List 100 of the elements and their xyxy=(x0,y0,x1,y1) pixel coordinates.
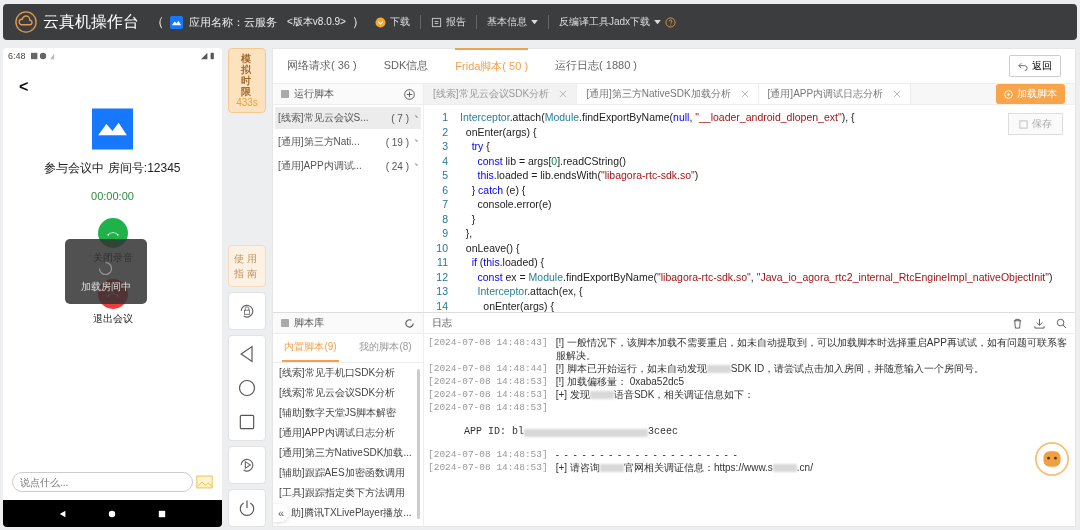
log-message: 3ceec xyxy=(648,424,679,438)
spinner-icon xyxy=(412,163,418,169)
code-line: this.loaded = lib.endsWith("libagora-rtc-sdk.so") xyxy=(476,169,699,182)
line-number: 14 xyxy=(435,299,448,312)
back-button[interactable]: 返回 xyxy=(1009,55,1061,77)
recents-icon[interactable] xyxy=(237,412,257,432)
back-icon[interactable] xyxy=(58,509,67,518)
line-number: 4 xyxy=(441,154,448,167)
script-item[interactable]: [通用]APP内调试日志分析 xyxy=(279,426,395,440)
library-icon xyxy=(281,319,289,327)
call-timer: 00:00:00 xyxy=(91,190,134,202)
collapse-button[interactable]: « xyxy=(273,504,289,522)
log-timestamp: [2024-07-08 14:48:44] xyxy=(428,362,548,375)
log-message: [+] 发现 xyxy=(555,388,590,401)
back-button[interactable]: < xyxy=(19,78,29,96)
code-line: try { xyxy=(470,140,490,153)
log-message: .cn/ xyxy=(796,461,813,474)
recents-icon[interactable] xyxy=(158,509,167,518)
app-title: 云真机操作台 xyxy=(43,11,139,32)
call-label: 退出会议 xyxy=(92,312,133,326)
app-name: 应用名称：云服务 xyxy=(189,14,277,30)
time-limit-value: 433s xyxy=(236,97,258,108)
panel-title: 运行脚本 xyxy=(294,87,334,101)
script-icon xyxy=(281,90,289,98)
time-limit-label: 模拟时限 xyxy=(240,53,254,97)
running-script-item[interactable]: [通用]第三方Nati... ( 19 ) xyxy=(275,131,421,153)
running-script-item[interactable]: [线索]常见云会议S... ( 7 ) xyxy=(275,107,421,129)
log-message: APP ID: bl xyxy=(464,424,524,438)
script-item[interactable]: [通用]第三方NativeSDK加载... xyxy=(279,446,412,460)
app-logo-icon xyxy=(170,15,183,29)
log-timestamp: [2024-07-08 14:48:53] xyxy=(428,461,548,474)
menu-link[interactable]: 下载 xyxy=(374,15,410,29)
code-line: if (this.loaded) { xyxy=(470,256,545,269)
search-icon[interactable] xyxy=(1056,317,1067,329)
log-timestamp: [2024-07-08 14:48:53] xyxy=(428,401,548,414)
code-line: onEnter(args) { xyxy=(482,299,554,312)
code-line: console.error(e) xyxy=(476,198,552,211)
log-timestamp: [2024-07-08 14:48:53] xyxy=(428,448,548,461)
menu-link[interactable]: 基本信息 xyxy=(486,15,538,29)
home-icon[interactable] xyxy=(237,378,257,398)
redacted-text xyxy=(706,365,731,373)
tab[interactable]: SDK信息 xyxy=(383,48,429,84)
redacted-text xyxy=(599,464,624,472)
play-icon xyxy=(1004,89,1013,99)
delete-icon[interactable] xyxy=(1012,317,1023,329)
help-icon xyxy=(665,16,677,28)
script-item[interactable]: [工具]跟踪指定类下方法调用 xyxy=(279,486,405,500)
paren-text: （ xyxy=(151,13,164,31)
tab[interactable]: 运行日志( 1880 ) xyxy=(555,48,637,84)
refresh-icon[interactable] xyxy=(404,317,415,329)
meeting-status: 参与会议中 房间号:12345 xyxy=(44,160,181,177)
script-item[interactable]: 助]腾讯TXLivePlayer播放... xyxy=(291,506,412,520)
line-number: 11 xyxy=(436,256,448,269)
panel-title: 日志 xyxy=(432,316,452,330)
log-message: SDK ID，请尝试点击加入房间，并随意输入一个房间号。 xyxy=(730,362,985,375)
report-icon xyxy=(430,16,442,28)
download-icon[interactable] xyxy=(1034,317,1045,329)
log-message: 语音SDK，相关调证信息如下： xyxy=(613,388,755,401)
add-icon[interactable] xyxy=(404,88,415,100)
return-icon xyxy=(1018,61,1028,71)
home-icon[interactable] xyxy=(108,509,117,518)
caret-icon xyxy=(530,19,538,25)
spinner-icon xyxy=(412,139,418,145)
power-icon[interactable] xyxy=(237,498,257,518)
chat-input[interactable]: 说点什么... xyxy=(12,472,193,492)
download-icon xyxy=(374,16,386,28)
script-item[interactable]: [线索]常见云会议SDK分析 xyxy=(279,386,396,400)
code-line: Interceptor.attach(Module.findExportByName(null, "__loader_android_dlopen_ext"), { xyxy=(460,111,855,124)
line-number: 10 xyxy=(435,241,448,254)
panel-title: 脚本库 xyxy=(294,316,324,330)
save-icon xyxy=(1019,119,1028,129)
status-time: 6:48 xyxy=(8,51,26,61)
redacted-text xyxy=(772,464,797,472)
log-message: 官网相关调证信息：https://www.s xyxy=(623,461,773,474)
log-message: [!] 一般情况下，该脚本加载不需要重启，如未自动提取到，可以加载脚本时选择重启APP再试试，如有问题可联系客服解决。 xyxy=(555,336,1068,362)
log-message: - - - - - - - - - - - - - - - - - - - - - xyxy=(555,448,737,461)
code-line: onLeave() { xyxy=(464,241,520,254)
menu-link[interactable]: 反编译工具Jadx下载 xyxy=(558,15,677,29)
app-logo-icon xyxy=(92,108,133,150)
editor-tab[interactable]: [通用]第三方NativeSDK加载分析 xyxy=(577,84,759,104)
line-number: 8 xyxy=(441,212,448,225)
script-item[interactable]: [辅助]跟踪AES加密函数调用 xyxy=(279,466,405,480)
code-line: } catch (e) { xyxy=(470,183,526,196)
menu-link[interactable]: 报告 xyxy=(430,15,466,29)
code-line: const lib = args[0].readCString() xyxy=(476,154,627,167)
scrollbar[interactable] xyxy=(417,369,420,519)
code-line: const ex = Module.findExportByName("libagora-rtc-sdk.so", "Java_io_agora_rtc2_internal_RtcEngineImpl_nativeObjectInit") xyxy=(476,270,1053,283)
tab[interactable]: 网络请求( 36 ) xyxy=(287,48,357,84)
script-item[interactable]: [辅助]数字天堂JS脚本解密 xyxy=(279,406,397,420)
running-script-item[interactable]: [通用]APP内调试... ( 24 ) xyxy=(275,155,421,177)
redacted-text xyxy=(589,391,614,399)
script-item[interactable]: [线索]常见手机口SDK分析 xyxy=(279,366,396,380)
line-number: 2 xyxy=(441,125,448,138)
line-number: 7 xyxy=(441,198,448,211)
line-number: 3 xyxy=(441,140,448,153)
paren-text: ） xyxy=(351,13,365,31)
code-line: onEnter(args) { xyxy=(464,125,537,138)
editor-tab[interactable]: [通用]APP内调试日志分析 xyxy=(758,84,912,104)
line-number: 12 xyxy=(435,270,448,283)
log-timestamp: [2024-07-08 14:48:53] xyxy=(428,388,548,401)
